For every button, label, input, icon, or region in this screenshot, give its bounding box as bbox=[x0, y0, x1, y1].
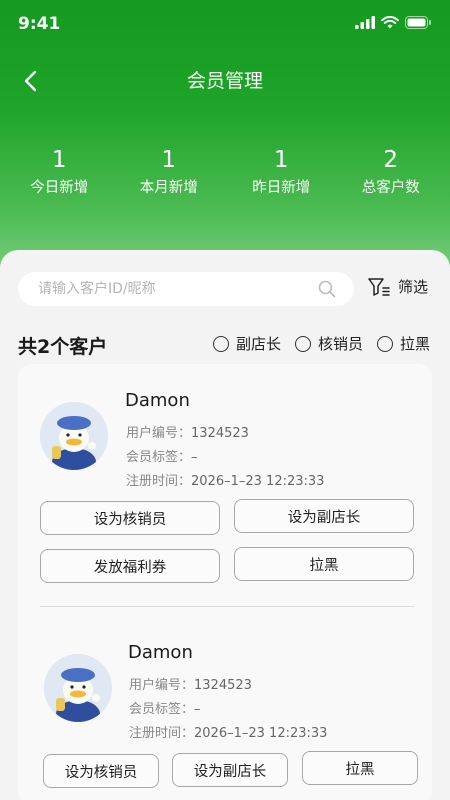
info-label: 用户编号： bbox=[126, 426, 192, 441]
customer-card: Damon 用户编号：1324523 会员标签：– 注册时间：2026–1–23… bbox=[18, 616, 432, 800]
stat-value: 1 bbox=[51, 147, 67, 173]
info-label: 会员标签： bbox=[129, 702, 195, 717]
blacklist-button[interactable]: 拉黑 bbox=[234, 547, 414, 581]
stat-label: 总客户数 bbox=[361, 180, 420, 196]
info-label: 注册时间： bbox=[129, 726, 195, 741]
stat-value: 1 bbox=[273, 147, 289, 173]
avatar bbox=[40, 402, 108, 470]
status-bar: 9:41 bbox=[0, 0, 450, 48]
filter-button[interactable]: 筛选 bbox=[368, 276, 428, 297]
radio-deputy-manager[interactable]: 副店长 bbox=[212, 333, 281, 354]
search-icon[interactable] bbox=[318, 280, 336, 298]
customer-tag-line: 会员标签：– bbox=[129, 698, 201, 717]
blacklist-button[interactable]: 拉黑 bbox=[302, 751, 418, 785]
info-label: 注册时间： bbox=[126, 474, 192, 489]
radio-blacklist[interactable]: 拉黑 bbox=[376, 333, 430, 354]
role-filter-group: 副店长 核销员 拉黑 bbox=[212, 333, 430, 354]
stat-label: 本月新增 bbox=[139, 180, 198, 196]
nav-bar: 会员管理 bbox=[0, 58, 450, 102]
status-icons bbox=[355, 16, 432, 29]
page-title: 会员管理 bbox=[186, 70, 263, 92]
search-input[interactable] bbox=[38, 272, 308, 306]
set-verifier-button[interactable]: 设为核销员 bbox=[40, 501, 220, 535]
divider bbox=[40, 606, 414, 607]
list-header: 共2个客户 副店长 核销员 拉黑 bbox=[18, 332, 434, 360]
info-label: 会员标签： bbox=[126, 450, 192, 465]
search-box bbox=[18, 272, 354, 306]
stat-value: 1 bbox=[161, 147, 177, 173]
customer-count: 共2个客户 bbox=[18, 336, 108, 358]
customer-id-line: 用户编号：1324523 bbox=[126, 422, 249, 441]
set-verifier-button[interactable]: 设为核销员 bbox=[43, 754, 159, 788]
stat-today-new: 1 今日新增 bbox=[0, 146, 113, 197]
stat-label: 今日新增 bbox=[30, 180, 89, 196]
customer-id-line: 用户编号：1324523 bbox=[129, 674, 252, 693]
issue-coupon-button[interactable]: 发放福利券 bbox=[40, 549, 220, 583]
filter-label: 筛选 bbox=[398, 278, 429, 296]
stat-month-new: 1 本月新增 bbox=[113, 146, 226, 197]
radio-label: 拉黑 bbox=[399, 335, 430, 353]
filter-icon bbox=[368, 277, 390, 296]
info-value: – bbox=[194, 702, 201, 717]
info-label: 用户编号： bbox=[129, 678, 195, 693]
wifi-icon bbox=[381, 16, 399, 29]
stat-value: 2 bbox=[383, 147, 399, 173]
info-value: 2026–1–23 12:23:33 bbox=[194, 726, 328, 741]
customer-card: Damon 用户编号：1324523 会员标签：– 注册时间：2026–1–23… bbox=[18, 364, 432, 584]
customer-name: Damon bbox=[125, 390, 190, 411]
radio-verifier[interactable]: 核销员 bbox=[294, 333, 363, 354]
customer-reg-line: 注册时间：2026–1–23 12:23:33 bbox=[129, 722, 327, 741]
set-deputy-manager-button[interactable]: 设为副店长 bbox=[172, 753, 288, 787]
radio-label: 副店长 bbox=[235, 335, 281, 353]
battery-icon bbox=[405, 16, 431, 29]
radio-circle bbox=[294, 335, 311, 352]
customer-list: Damon 用户编号：1324523 会员标签：– 注册时间：2026–1–23… bbox=[18, 364, 432, 800]
customer-name: Damon bbox=[128, 642, 193, 663]
info-value: 2026–1–23 12:23:33 bbox=[191, 474, 325, 489]
avatar-duck-icon bbox=[44, 654, 112, 722]
info-value: – bbox=[191, 450, 198, 465]
signal-icon bbox=[355, 16, 375, 29]
set-deputy-manager-button[interactable]: 设为副店长 bbox=[234, 499, 414, 533]
radio-label: 核销员 bbox=[317, 335, 363, 353]
stats-row: 1 今日新增 1 本月新增 1 昨日新增 2 总客户数 bbox=[0, 146, 450, 197]
radio-circle bbox=[376, 335, 393, 352]
avatar bbox=[44, 654, 112, 722]
stat-total-customers: 2 总客户数 bbox=[338, 146, 450, 197]
avatar-duck-icon bbox=[40, 402, 108, 470]
radio-circle bbox=[212, 335, 229, 352]
info-value: 1324523 bbox=[194, 678, 252, 693]
stat-yesterday-new: 1 昨日新增 bbox=[225, 146, 338, 197]
info-value: 1324523 bbox=[191, 426, 249, 441]
status-time: 9:41 bbox=[18, 14, 61, 34]
customer-tag-line: 会员标签：– bbox=[126, 446, 198, 465]
stat-label: 昨日新增 bbox=[252, 180, 311, 196]
customer-reg-line: 注册时间：2026–1–23 12:23:33 bbox=[126, 470, 324, 489]
search-row: 筛选 bbox=[18, 272, 438, 308]
